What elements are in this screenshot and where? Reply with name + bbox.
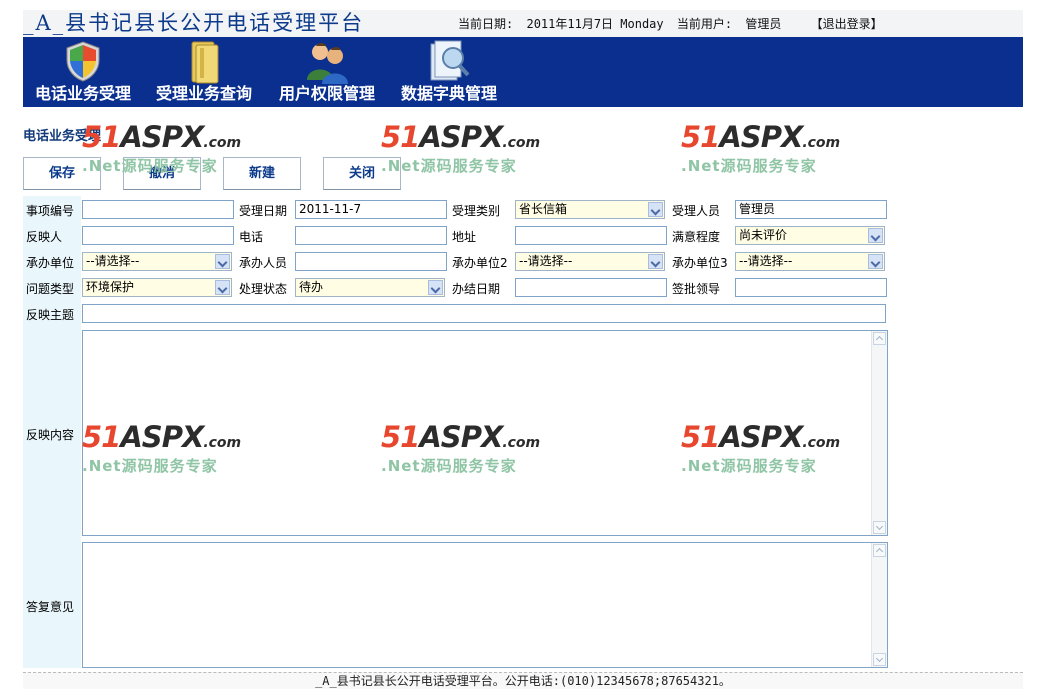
nav-label: 用户权限管理 bbox=[278, 84, 375, 103]
phone-label: 电话 bbox=[239, 230, 264, 244]
scrollbar[interactable] bbox=[871, 543, 887, 667]
chevron-down-icon bbox=[648, 254, 663, 269]
scrollbar[interactable] bbox=[871, 331, 887, 535]
accept-type-label: 受理类别 bbox=[452, 204, 501, 218]
satisfaction-label: 满意程度 bbox=[672, 230, 721, 244]
reporter-label: 反映人 bbox=[26, 230, 63, 244]
footer: _A_县书记县长公开电话受理平台。公开电话:(010)12345678;8765… bbox=[23, 672, 1023, 689]
address-label: 地址 bbox=[452, 230, 477, 244]
content-textarea[interactable] bbox=[82, 330, 888, 536]
save-button[interactable]: 保存 bbox=[23, 157, 101, 190]
item-no-label: 事项编号 bbox=[26, 204, 75, 218]
nav-label: 电话业务受理 bbox=[34, 84, 131, 103]
unit3-select[interactable]: --请选择-- bbox=[735, 252, 885, 271]
chevron-down-icon bbox=[215, 254, 230, 269]
unit2-label: 承办单位2 bbox=[452, 256, 508, 270]
watermark: 51ASPX.com .Net源码服务专家 bbox=[381, 122, 540, 182]
phone-input[interactable] bbox=[295, 226, 447, 245]
issue-type-value: 环境保护 bbox=[86, 280, 135, 294]
item-no-input[interactable] bbox=[82, 200, 234, 219]
cancel-button[interactable]: 撤消 bbox=[123, 157, 201, 190]
header-info: 当前日期: 2011年11月7日 Monday 当前用户: 管理员 【退出登录】 bbox=[458, 16, 889, 32]
satisfaction-value: 尚未评价 bbox=[739, 228, 788, 242]
reporter-input[interactable] bbox=[82, 226, 234, 245]
unit-label: 承办单位 bbox=[26, 256, 75, 270]
close-button[interactable]: 关闭 bbox=[323, 157, 401, 190]
date-value: 2011年11月7日 Monday bbox=[526, 17, 664, 31]
acceptor-label: 受理人员 bbox=[672, 204, 721, 218]
address-input[interactable] bbox=[515, 226, 667, 245]
nav-item-dictionary[interactable]: 数据字典管理 bbox=[393, 37, 505, 107]
reply-textarea[interactable] bbox=[82, 542, 888, 668]
issue-type-label: 问题类型 bbox=[26, 282, 75, 296]
date-label: 当前日期: bbox=[458, 17, 514, 31]
unit3-value: --请选择-- bbox=[739, 254, 793, 268]
chevron-down-icon bbox=[215, 280, 230, 295]
watermark-tagline: .Net源码服务专家 bbox=[681, 157, 817, 175]
logout-link[interactable]: 【退出登录】 bbox=[811, 17, 883, 31]
shield-icon bbox=[63, 40, 103, 85]
content-label: 反映内容 bbox=[26, 428, 75, 442]
approver-input[interactable] bbox=[735, 278, 887, 297]
chevron-down-icon bbox=[648, 202, 663, 217]
status-value: 待办 bbox=[299, 280, 324, 294]
nav-item-query[interactable]: 受理业务查询 bbox=[149, 37, 259, 107]
satisfaction-select[interactable]: 尚未评价 bbox=[735, 226, 885, 245]
unit-value: --请选择-- bbox=[86, 254, 140, 268]
watermark: 51ASPX.com .Net源码服务专家 bbox=[681, 122, 840, 182]
reply-label: 答复意见 bbox=[26, 600, 75, 614]
finish-date-label: 办结日期 bbox=[452, 282, 501, 296]
nav-item-phone-service[interactable]: 电话业务受理 bbox=[27, 37, 139, 107]
approver-label: 签批领导 bbox=[672, 282, 721, 296]
finish-date-input[interactable] bbox=[515, 278, 667, 297]
scroll-up-icon[interactable] bbox=[873, 544, 886, 557]
main-nav: 电话业务受理 受理业务查询 用户权限管理 数据字典管理 bbox=[23, 37, 1023, 107]
handler-label: 承办人员 bbox=[239, 256, 288, 270]
unit2-select[interactable]: --请选择-- bbox=[515, 252, 665, 271]
handler-input[interactable] bbox=[295, 252, 447, 271]
unit3-label: 承办单位3 bbox=[672, 256, 728, 270]
subject-input[interactable] bbox=[82, 304, 886, 323]
accept-date-input[interactable]: 2011-11-7 bbox=[295, 200, 447, 219]
nav-item-user-permission[interactable]: 用户权限管理 bbox=[271, 37, 383, 107]
accept-type-value: 省长信箱 bbox=[519, 202, 568, 216]
new-button[interactable]: 新建 bbox=[223, 157, 301, 190]
nav-label: 受理业务查询 bbox=[155, 84, 252, 103]
acceptor-input[interactable]: 管理员 bbox=[735, 200, 887, 219]
section-title: 电话业务受理 bbox=[23, 129, 102, 144]
chevron-down-icon bbox=[428, 280, 443, 295]
scroll-up-icon[interactable] bbox=[873, 332, 886, 345]
top-bar: _A_县书记县长公开电话受理平台 当前日期: 2011年11月7日 Monday… bbox=[23, 10, 1023, 37]
nav-label: 数据字典管理 bbox=[400, 84, 497, 103]
watermark-logo: 51ASPX.com bbox=[82, 120, 242, 154]
accept-type-select[interactable]: 省长信箱 bbox=[515, 200, 665, 219]
issue-type-select[interactable]: 环境保护 bbox=[82, 278, 232, 297]
subject-label: 反映主题 bbox=[26, 308, 75, 322]
chevron-down-icon bbox=[868, 254, 883, 269]
unit2-value: --请选择-- bbox=[519, 254, 573, 268]
watermark-logo: 51ASPX.com bbox=[381, 120, 541, 154]
user-label: 当前用户: bbox=[676, 17, 733, 31]
accept-date-label: 受理日期 bbox=[239, 204, 288, 218]
chevron-down-icon bbox=[868, 228, 883, 243]
scroll-down-icon[interactable] bbox=[873, 653, 886, 666]
scroll-down-icon[interactable] bbox=[873, 521, 886, 534]
unit-select[interactable]: --请选择-- bbox=[82, 252, 232, 271]
watermark-logo: 51ASPX.com bbox=[681, 120, 841, 154]
watermark-tagline: .Net源码服务专家 bbox=[381, 157, 517, 175]
status-select[interactable]: 待办 bbox=[295, 278, 445, 297]
user-value: 管理员 bbox=[745, 17, 782, 31]
app-title: _A_县书记县长公开电话受理平台 bbox=[23, 11, 365, 35]
status-label: 处理状态 bbox=[239, 282, 288, 296]
